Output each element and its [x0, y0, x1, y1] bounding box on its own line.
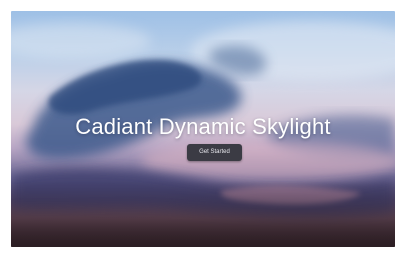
page: Cadiant Dynamic Skylight Get Started	[0, 0, 406, 259]
get-started-button[interactable]: Get Started	[187, 144, 242, 161]
hero-sky-banner: Cadiant Dynamic Skylight Get Started	[11, 11, 395, 247]
hero-title: Cadiant Dynamic Skylight	[75, 114, 331, 139]
